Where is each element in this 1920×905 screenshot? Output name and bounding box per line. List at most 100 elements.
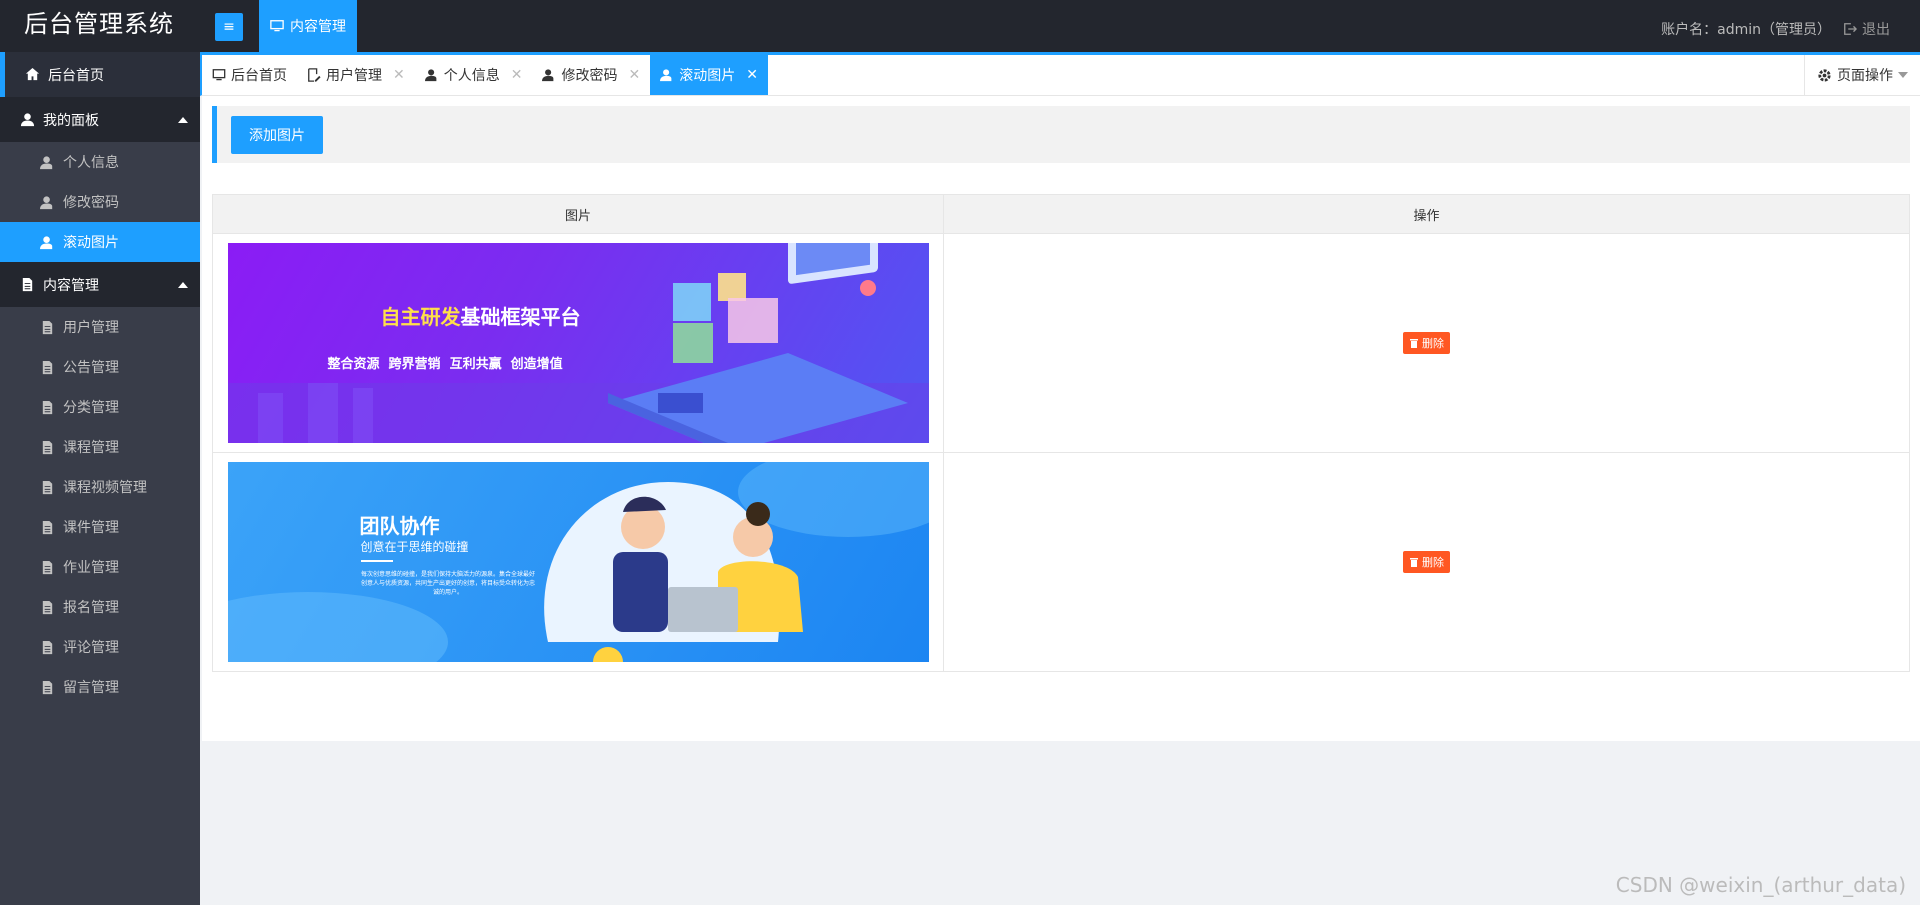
column-header-actions: 操作 xyxy=(943,194,1910,234)
tab-3[interactable]: 修改密码 ✕ xyxy=(532,55,650,95)
tabs: 后台首页 用户管理 ✕ 个人信息 ✕ 修改密码 ✕ 滚动图片 ✕ xyxy=(202,55,1920,95)
sidebar-item-label: 修改密码 xyxy=(63,195,119,211)
sidebar-item-label: 课件管理 xyxy=(63,520,119,536)
user-edit-icon xyxy=(40,155,53,169)
sidebar-item-content-9[interactable]: 留言管理 xyxy=(0,667,200,707)
sidebar-item-label: 分类管理 xyxy=(63,400,119,416)
sidebar-item-content-4[interactable]: 课程视频管理 xyxy=(0,467,200,507)
logout-label: 退出 xyxy=(1862,22,1890,38)
sidebar-item-label: 留言管理 xyxy=(63,680,119,696)
page-ops-button[interactable]: 页面操作 xyxy=(1804,55,1920,95)
sidebar-item-content-1[interactable]: 公告管理 xyxy=(0,347,200,387)
panel-items: 个人信息 修改密码 滚动图片 xyxy=(0,142,200,262)
document-icon xyxy=(42,320,53,334)
sidebar-item-content-0[interactable]: 用户管理 xyxy=(0,307,200,347)
sidebar: 后台首页 我的面板 个人信息 修改密码 滚动图片 内容管理 用户管理公告管理分类… xyxy=(0,52,200,905)
sidebar-item-profile[interactable]: 个人信息 xyxy=(0,142,200,182)
home-icon xyxy=(25,67,40,81)
document-icon xyxy=(42,600,53,614)
sidebar-item-label: 评论管理 xyxy=(63,640,119,656)
sidebar-item-label: 作业管理 xyxy=(63,560,119,576)
sidebar-item-label: 课程管理 xyxy=(63,440,119,456)
actions-cell: 删除 xyxy=(943,233,1910,453)
sidebar-item-label: 课程视频管理 xyxy=(63,480,147,496)
banner-divider xyxy=(360,560,393,562)
logout-icon xyxy=(1844,23,1857,35)
sidebar-item-content-8[interactable]: 评论管理 xyxy=(0,627,200,667)
page-ops-label: 页面操作 xyxy=(1837,68,1893,84)
sidebar-group-label: 内容管理 xyxy=(43,277,99,294)
sidebar-item-content-7[interactable]: 报名管理 xyxy=(0,587,200,627)
banner-subtitle: 整合资源 跨界营销 互利共赢 创造增值 xyxy=(327,357,563,372)
user-image-icon xyxy=(660,69,672,82)
close-icon[interactable]: ✕ xyxy=(511,67,523,83)
gear-icon xyxy=(1818,68,1831,82)
close-icon[interactable]: ✕ xyxy=(628,67,640,83)
tab-1[interactable]: 用户管理 ✕ xyxy=(297,55,415,95)
account-label: 账户名：admin（管理员） xyxy=(1661,22,1831,38)
sidebar-item-label: 公告管理 xyxy=(63,360,119,376)
top-nav-label: 内容管理 xyxy=(290,19,346,35)
banner-subtitle: 创意在于思维的碰撞 xyxy=(360,540,469,554)
document-icon xyxy=(42,360,53,374)
add-image-button[interactable]: 添加图片 xyxy=(231,116,323,154)
edit-document-icon xyxy=(308,68,321,82)
delete-button[interactable]: 删除 xyxy=(1403,551,1450,573)
close-icon[interactable]: ✕ xyxy=(393,67,405,83)
table-row: 自主研发基础框架平台 整合资源 跨界营销 互利共赢 创造增值 删除 xyxy=(212,233,1910,453)
document-icon xyxy=(42,680,53,694)
actions-cell: 删除 xyxy=(943,452,1910,672)
main-content: 添加图片 图片 操作 自主研发基础框架平台 整合资源 跨界营销 互利共赢 创造增… xyxy=(202,96,1920,741)
delete-label: 删除 xyxy=(1422,556,1444,569)
trash-icon xyxy=(1410,339,1418,348)
sidebar-item-content-3[interactable]: 课程管理 xyxy=(0,427,200,467)
close-icon[interactable]: ✕ xyxy=(746,67,758,83)
trash-icon xyxy=(1410,558,1418,567)
sidebar-group-my-panel[interactable]: 我的面板 xyxy=(0,97,200,142)
caret-up-icon xyxy=(178,117,188,123)
document-icon xyxy=(42,480,53,494)
sidebar-item-content-5[interactable]: 课件管理 xyxy=(0,507,200,547)
sidebar-item-content-2[interactable]: 分类管理 xyxy=(0,387,200,427)
user-image-icon xyxy=(40,235,53,249)
user-icon xyxy=(20,113,35,127)
banner-title: 自主研发基础框架平台 xyxy=(381,301,581,330)
content-items: 用户管理公告管理分类管理课程管理课程视频管理 课件管理作业管理报名管理评论管理留言… xyxy=(0,307,200,707)
sidebar-group-label: 我的面板 xyxy=(43,112,99,129)
sidebar-item-label: 用户管理 xyxy=(63,320,119,336)
table-header-row: 图片 操作 xyxy=(212,194,1910,234)
tab-label: 滚动图片 xyxy=(679,68,736,84)
chevron-down-icon xyxy=(1898,72,1908,78)
user-lock-icon xyxy=(542,69,554,82)
sidebar-item-home[interactable]: 后台首页 xyxy=(0,52,200,97)
image-cell: 自主研发基础框架平台 整合资源 跨界营销 互利共赢 创造增值 xyxy=(212,233,944,453)
banner-title-rest: 基础框架平台 xyxy=(460,305,581,329)
logout-button[interactable]: 退出 xyxy=(1843,19,1890,39)
tab-0[interactable]: 后台首页 xyxy=(202,55,297,95)
sidebar-group-content[interactable]: 内容管理 xyxy=(0,262,200,307)
image-cell: 团队协作 创意在于思维的碰撞 每次创意思维的碰撞，是我们保持大脑活力的源泉。集合… xyxy=(212,452,944,672)
banner-title: 团队协作 xyxy=(359,514,440,538)
monitor-icon xyxy=(270,20,284,32)
sidebar-item-content-6[interactable]: 作业管理 xyxy=(0,547,200,587)
sidebar-item-slider-images[interactable]: 滚动图片 xyxy=(0,222,200,262)
tab-label: 修改密码 xyxy=(561,68,618,84)
tab-2[interactable]: 个人信息 ✕ xyxy=(415,55,533,95)
image-table: 图片 操作 自主研发基础框架平台 整合资源 跨界营销 互利共赢 创造增值 删除 … xyxy=(212,194,1910,672)
watermark: CSDN @weixin_(arthur_data) xyxy=(1615,873,1906,897)
document-icon xyxy=(42,560,53,574)
banner-image: 团队协作 创意在于思维的碰撞 每次创意思维的碰撞，是我们保持大脑活力的源泉。集合… xyxy=(227,462,929,662)
top-nav-content-management[interactable]: 内容管理 xyxy=(259,0,357,52)
sidebar-item-label: 滚动图片 xyxy=(63,235,119,251)
sidebar-item-change-password[interactable]: 修改密码 xyxy=(0,182,200,222)
user-area: 账户名：admin（管理员） 退出 xyxy=(1661,0,1890,58)
delete-label: 删除 xyxy=(1422,337,1444,350)
banner-illustration xyxy=(227,462,929,662)
document-icon xyxy=(42,400,53,414)
caret-up-icon xyxy=(178,282,188,288)
hamburger-icon[interactable]: ≡ xyxy=(215,13,243,41)
delete-button[interactable]: 删除 xyxy=(1403,332,1450,354)
tab-4[interactable]: 滚动图片 ✕ xyxy=(650,55,768,95)
document-icon xyxy=(42,440,53,454)
document-icon xyxy=(42,520,53,534)
